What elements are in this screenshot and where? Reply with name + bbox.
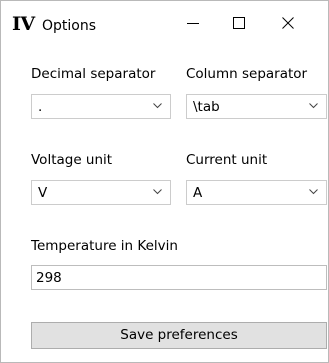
maximize-icon (233, 17, 245, 29)
temperature-input[interactable]: 298 (31, 265, 327, 290)
chevron-down-icon (309, 189, 318, 195)
decimal-separator-select[interactable]: . (31, 94, 171, 119)
save-preferences-button[interactable]: Save preferences (31, 322, 327, 349)
minimize-button[interactable] (170, 1, 216, 45)
voltage-unit-select[interactable]: V (31, 180, 171, 205)
decimal-separator-label: Decimal separator (31, 66, 156, 82)
column-separator-value: \tab (193, 99, 220, 115)
options-window: IV Options Decimal separator . Column se… (0, 0, 329, 363)
minimize-icon (187, 23, 199, 24)
app-logo: IV (12, 13, 35, 35)
close-icon (282, 17, 294, 29)
voltage-unit-label: Voltage unit (31, 152, 113, 168)
title-bar[interactable]: IV Options (1, 1, 328, 45)
chevron-down-icon (153, 189, 162, 195)
current-unit-label: Current unit (186, 152, 268, 168)
voltage-unit-value: V (38, 185, 48, 201)
temperature-value: 298 (36, 270, 62, 286)
current-unit-select[interactable]: A (186, 180, 327, 205)
close-button[interactable] (265, 1, 311, 45)
decimal-separator-value: . (38, 99, 43, 115)
window-title: Options (42, 18, 97, 34)
current-unit-value: A (193, 185, 203, 201)
maximize-button[interactable] (216, 1, 262, 45)
temperature-label: Temperature in Kelvin (31, 238, 178, 254)
column-separator-select[interactable]: \tab (186, 94, 327, 119)
chevron-down-icon (309, 103, 318, 109)
column-separator-label: Column separator (186, 66, 308, 82)
chevron-down-icon (153, 103, 162, 109)
